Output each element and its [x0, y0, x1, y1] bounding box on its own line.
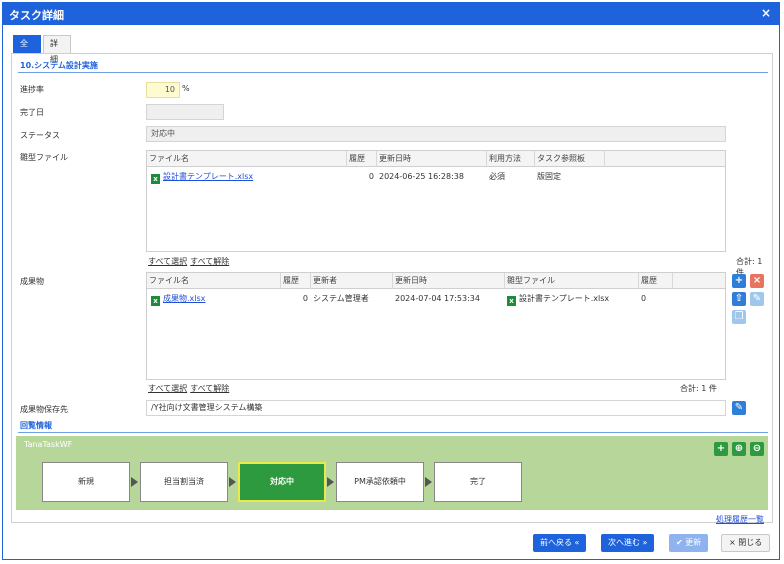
add-file-button[interactable]: +: [732, 274, 746, 288]
history-cell: 0: [302, 294, 308, 303]
col-history[interactable]: 履歴: [281, 273, 311, 289]
delete-file-button[interactable]: ×: [750, 274, 764, 288]
usage-cell: 必須: [489, 172, 505, 181]
deliverables-grid: ファイル名 履歴 更新者 更新日時 雛型ファイル 履歴 x 成果物.xlsx 0 …: [146, 272, 726, 380]
template-file-name: 設計書テンプレート.xlsx: [519, 294, 610, 303]
deliverables-label: 成果物: [20, 277, 44, 286]
next-button[interactable]: 次へ進む »: [601, 534, 655, 552]
save-destination-field: /Y社向け文書管理システム構築: [146, 400, 726, 416]
step-assigned[interactable]: 担当割当済: [140, 462, 228, 502]
task-detail-dialog: タスク詳細 × 全般 詳細 10.システム設計実施 進捗率 10 % 完了日 ス…: [2, 2, 780, 560]
col-file-name[interactable]: ファイル名: [147, 151, 347, 167]
dialog-titlebar: タスク詳細 ×: [3, 3, 779, 25]
excel-file-icon: x: [151, 296, 160, 306]
expand-button[interactable]: +: [714, 442, 728, 456]
section-divider: [18, 432, 768, 433]
arrow-icon: [327, 477, 334, 487]
arrow-icon: [425, 477, 432, 487]
col-history[interactable]: 履歴: [347, 151, 377, 167]
updated-cell: 2024-07-04 17:53:34: [395, 294, 480, 303]
plus-icon: +: [716, 443, 726, 454]
back-button[interactable]: 前へ戻る «: [533, 534, 587, 552]
progress-input[interactable]: 10: [146, 82, 180, 98]
progress-label: 進捗率: [20, 85, 44, 94]
edit-destination-button[interactable]: ✎: [732, 401, 746, 415]
template-files-label: 雛型ファイル: [20, 153, 68, 162]
history-cell: 0: [368, 172, 374, 181]
col-template-history[interactable]: 履歴: [639, 273, 673, 289]
updated-cell: 2024-06-25 16:28:38: [379, 172, 464, 181]
excel-file-icon: x: [151, 174, 160, 184]
upload-icon: ⇧: [734, 293, 744, 304]
col-updated[interactable]: 更新日時: [377, 151, 487, 167]
x-icon: ×: [752, 275, 762, 286]
template-files-grid: ファイル名 履歴 更新日時 利用方法 タスク参照板 x 設計書テンプレート.xls…: [146, 150, 726, 252]
plus-icon: +: [734, 275, 744, 286]
upload-button[interactable]: ⇧: [732, 292, 746, 306]
completed-date-label: 完了日: [20, 108, 44, 117]
deselect-all-link[interactable]: すべて解除: [190, 384, 229, 393]
template-file-link[interactable]: 設計書テンプレート.xlsx: [163, 172, 253, 181]
deliverable-total: 合計: 1 件: [680, 384, 717, 393]
copy-file-button[interactable]: ❐: [732, 310, 746, 324]
edit-icon: ✎: [752, 293, 762, 304]
col-task-ref[interactable]: タスク参照板: [535, 151, 605, 167]
select-all-link[interactable]: すべて選択: [148, 384, 187, 393]
step-in-progress[interactable]: 対応中: [238, 462, 326, 502]
edit-icon: ✎: [734, 402, 744, 413]
step-pm-approval[interactable]: PM承認依頼中: [336, 462, 424, 502]
zoom-in-button[interactable]: ⊕: [732, 442, 746, 456]
table-row[interactable]: x 設計書テンプレート.xlsx: [149, 170, 347, 184]
edit-file-button[interactable]: ✎: [750, 292, 764, 306]
col-usage[interactable]: 利用方法: [487, 151, 535, 167]
table-row[interactable]: x 成果物.xlsx: [149, 292, 281, 306]
deliverable-selection-links: すべて選択 すべて解除: [148, 383, 232, 394]
col-file-name[interactable]: ファイル名: [147, 273, 281, 289]
template-file-cell: x 設計書テンプレート.xlsx: [505, 292, 639, 306]
progress-unit: %: [182, 84, 190, 93]
general-panel: 10.システム設計実施 進捗率 10 % 完了日 ステータス 対応中 雛型ファイ…: [11, 53, 773, 525]
template-history-cell: 0: [641, 294, 647, 303]
arrow-icon: [131, 477, 138, 487]
select-all-link[interactable]: すべて選択: [148, 257, 187, 266]
update-button[interactable]: ✔ 更新: [669, 534, 709, 552]
workflow-name: TanaTaskWF: [24, 440, 73, 449]
tab-details[interactable]: 詳細: [43, 35, 71, 64]
col-updated[interactable]: 更新日時: [393, 273, 505, 289]
task-ref-cell: 版固定: [537, 172, 561, 181]
col-updater[interactable]: 更新者: [311, 273, 393, 289]
task-name-heading: 10.システム設計実施: [20, 61, 98, 70]
step-new[interactable]: 新規: [42, 462, 130, 502]
excel-file-icon: x: [507, 296, 516, 306]
routing-heading: 回覧情報: [20, 421, 52, 430]
zoom-out-button[interactable]: ⊖: [750, 442, 764, 456]
section-divider: [18, 72, 768, 73]
completed-date-field[interactable]: [146, 104, 224, 120]
history-list-link[interactable]: 処理履歴一覧: [716, 514, 764, 525]
zoom-in-icon: ⊕: [734, 443, 744, 454]
save-destination-label: 成果物保存先: [20, 405, 68, 414]
step-done[interactable]: 完了: [434, 462, 522, 502]
updater-cell: システム管理者: [313, 294, 369, 303]
grid-header: ファイル名 履歴 更新者 更新日時 雛型ファイル 履歴: [147, 273, 725, 289]
close-icon[interactable]: ×: [761, 6, 771, 20]
deselect-all-link[interactable]: すべて解除: [190, 257, 229, 266]
zoom-out-icon: ⊖: [752, 443, 762, 454]
status-field: 対応中: [146, 126, 726, 142]
arrow-icon: [229, 477, 236, 487]
close-button[interactable]: × 閉じる: [721, 534, 771, 552]
deliverable-file-link[interactable]: 成果物.xlsx: [163, 294, 205, 303]
grid-header: ファイル名 履歴 更新日時 利用方法 タスク参照板: [147, 151, 725, 167]
workflow-panel: TanaTaskWF + ⊕ ⊖ 新規 担当割当済 対応中 PM承認依頼中 完了: [16, 436, 768, 510]
template-selection-links: すべて選択 すべて解除: [148, 256, 232, 267]
dialog-title: タスク詳細: [9, 9, 64, 22]
col-template-file[interactable]: 雛型ファイル: [505, 273, 639, 289]
status-label: ステータス: [20, 131, 60, 140]
tab-general[interactable]: 全般: [13, 35, 41, 64]
copy-icon: ❐: [734, 311, 744, 322]
